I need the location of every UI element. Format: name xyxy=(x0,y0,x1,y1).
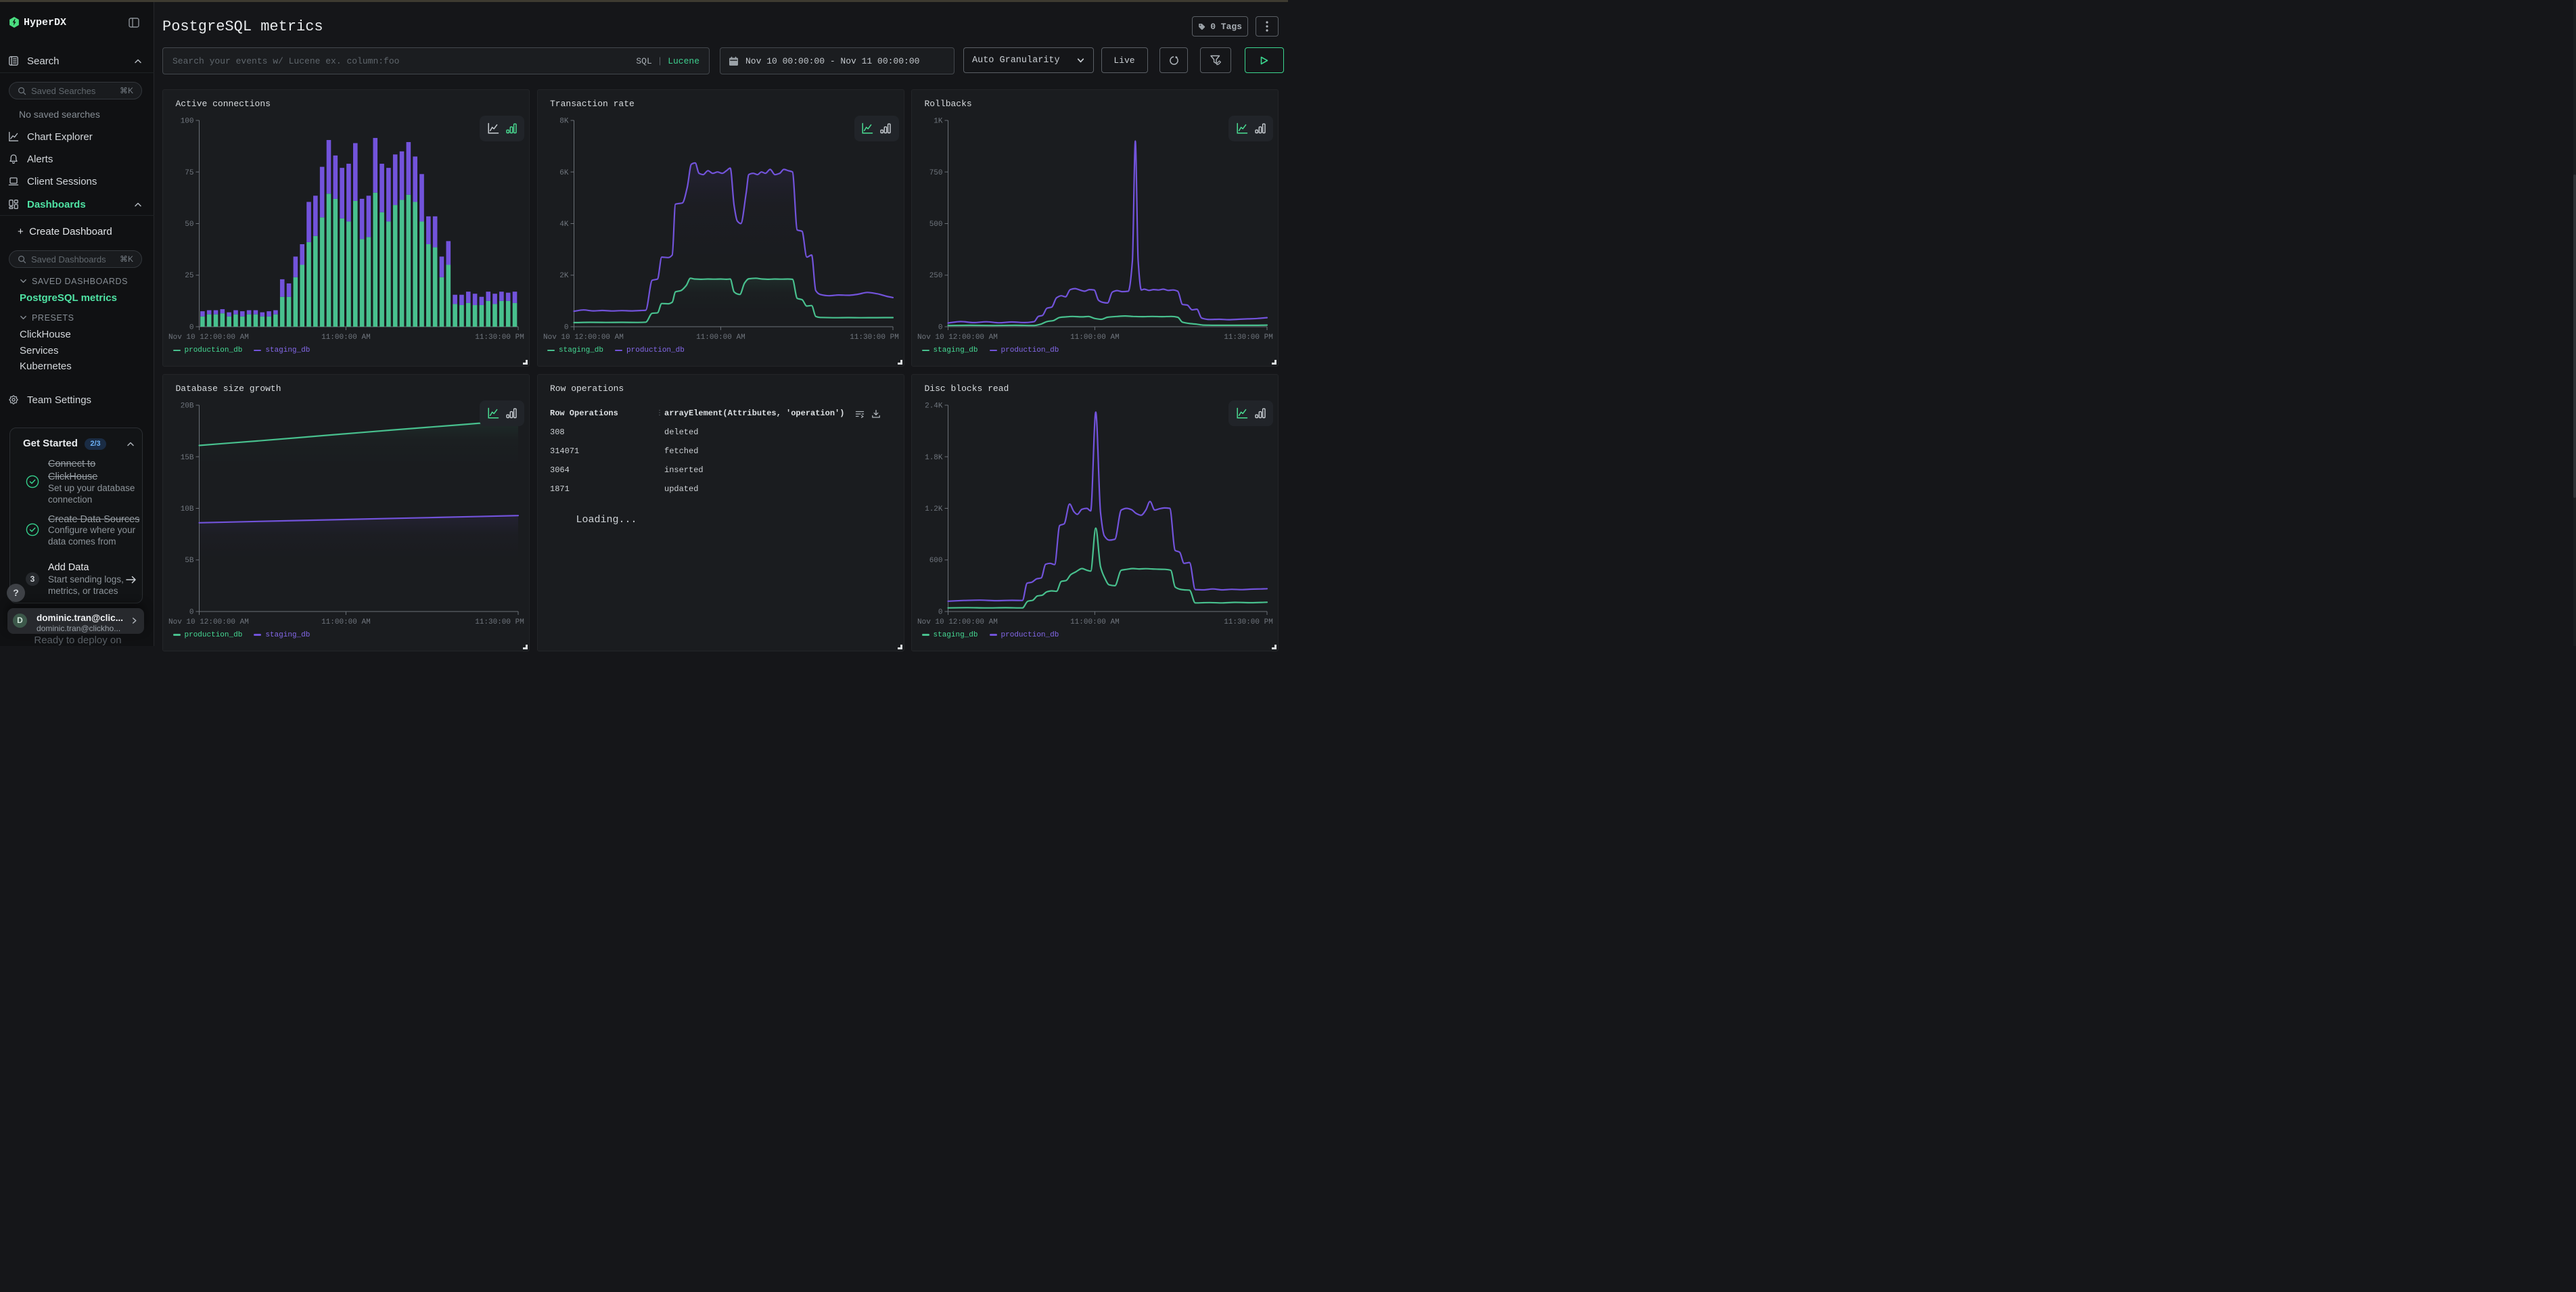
svg-text:5B: 5B xyxy=(185,557,194,565)
svg-text:11:00:00 AM: 11:00:00 AM xyxy=(321,618,371,626)
svg-text:11:30:00 PM: 11:30:00 PM xyxy=(850,333,899,342)
svg-text:11:00:00 AM: 11:00:00 AM xyxy=(1070,618,1120,626)
svg-text:10B: 10B xyxy=(181,505,194,513)
svg-text:6K: 6K xyxy=(559,169,569,177)
svg-text:600: 600 xyxy=(929,557,943,565)
svg-text:0: 0 xyxy=(938,608,943,616)
svg-text:750: 750 xyxy=(929,169,943,177)
svg-text:11:00:00 AM: 11:00:00 AM xyxy=(321,333,371,342)
svg-text:1K: 1K xyxy=(934,118,943,126)
svg-text:11:00:00 AM: 11:00:00 AM xyxy=(696,333,745,342)
svg-text:0: 0 xyxy=(564,324,568,332)
svg-text:100: 100 xyxy=(181,118,194,126)
svg-text:11:30:00 PM: 11:30:00 PM xyxy=(475,618,524,626)
svg-text:0: 0 xyxy=(189,608,194,616)
svg-text:Nov 10 12:00:00 AM: Nov 10 12:00:00 AM xyxy=(168,618,249,626)
svg-text:Nov 10 12:00:00 AM: Nov 10 12:00:00 AM xyxy=(168,333,249,342)
svg-text:Nov 10 12:00:00 AM: Nov 10 12:00:00 AM xyxy=(917,618,998,626)
svg-text:0: 0 xyxy=(189,324,194,332)
svg-text:20B: 20B xyxy=(181,402,194,410)
svg-text:15B: 15B xyxy=(181,453,194,461)
svg-text:2.4K: 2.4K xyxy=(925,402,943,410)
svg-text:Nov 10 12:00:00 AM: Nov 10 12:00:00 AM xyxy=(917,333,998,342)
svg-text:11:30:00 PM: 11:30:00 PM xyxy=(475,333,524,342)
svg-text:250: 250 xyxy=(929,272,943,280)
svg-text:11:30:00 PM: 11:30:00 PM xyxy=(1224,618,1273,626)
svg-text:1.2K: 1.2K xyxy=(925,505,943,513)
svg-text:25: 25 xyxy=(185,272,193,280)
svg-text:500: 500 xyxy=(929,221,943,229)
svg-text:11:30:00 PM: 11:30:00 PM xyxy=(1224,333,1273,342)
svg-text:2K: 2K xyxy=(559,272,569,280)
svg-text:0: 0 xyxy=(938,324,943,332)
svg-text:75: 75 xyxy=(185,169,193,177)
svg-text:4K: 4K xyxy=(559,221,569,229)
svg-text:1.8K: 1.8K xyxy=(925,453,943,461)
svg-text:Nov 10 12:00:00 AM: Nov 10 12:00:00 AM xyxy=(543,333,624,342)
svg-text:8K: 8K xyxy=(559,118,569,126)
svg-text:11:00:00 AM: 11:00:00 AM xyxy=(1070,333,1120,342)
svg-text:50: 50 xyxy=(185,221,193,229)
